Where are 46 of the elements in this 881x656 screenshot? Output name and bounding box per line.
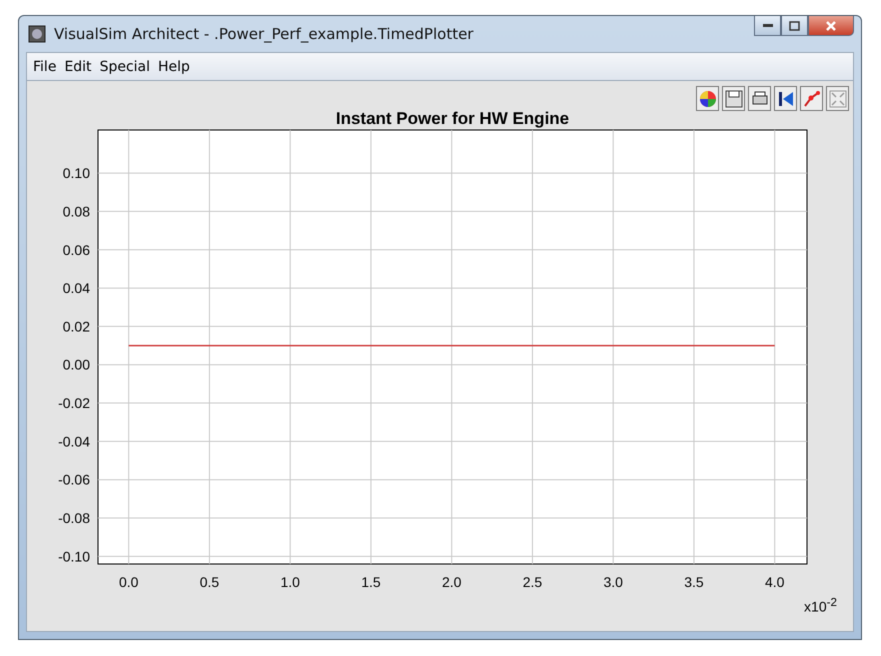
- window-title: VisualSim Architect - .Power_Perf_example.TimedPlotter: [54, 25, 474, 44]
- y-tick-label: 0.00: [62, 356, 90, 373]
- maximize-button[interactable]: [781, 16, 808, 36]
- y-tick-label: -0.10: [58, 548, 90, 564]
- fill-button[interactable]: [826, 86, 849, 111]
- minimize-icon: [762, 24, 772, 28]
- y-tick-label: -0.04: [58, 433, 90, 450]
- x-tick-label: 1.5: [361, 574, 381, 590]
- x-tick-label: 0.5: [200, 574, 220, 590]
- print-icon: [750, 90, 768, 108]
- menu-item[interactable]: File: [33, 58, 56, 75]
- x-tick-label: 0.0: [118, 574, 138, 590]
- y-tick-label: -0.08: [58, 510, 90, 526]
- x-tick-label: 3.0: [603, 574, 623, 590]
- y-tick-label: -0.02: [58, 395, 90, 412]
- x-tick-label: 4.0: [764, 574, 784, 590]
- skip-back-icon: [776, 90, 794, 108]
- print-button[interactable]: [748, 86, 771, 111]
- y-tick-label: 0.10: [62, 165, 90, 182]
- y-tick-label: 0.04: [62, 280, 90, 296]
- minimize-button[interactable]: [754, 16, 781, 36]
- y-tick-label: -0.06: [58, 472, 90, 488]
- maximize-icon: [789, 20, 800, 30]
- app-icon: [28, 25, 46, 44]
- x-tick-label: 2.5: [522, 574, 542, 590]
- menu-item[interactable]: Help: [158, 58, 190, 75]
- expand-icon: [828, 90, 846, 108]
- x-tick-label: 1.0: [280, 574, 300, 590]
- menu-item[interactable]: Edit: [64, 58, 92, 75]
- axis-multiplier: x10$^{-2}$: [804, 596, 837, 615]
- y-tick-label: 0.06: [62, 242, 90, 258]
- close-icon: [825, 20, 837, 32]
- menu-item[interactable]: Special: [100, 58, 150, 75]
- color-wheel-button[interactable]: [696, 86, 719, 111]
- save-icon: [724, 90, 742, 108]
- points-button[interactable]: [800, 86, 823, 111]
- color-wheel-icon: [698, 90, 716, 108]
- save-button[interactable]: [722, 86, 745, 111]
- reset-button[interactable]: [774, 86, 797, 111]
- y-tick-label: 0.08: [62, 203, 90, 220]
- x-tick-label: 3.5: [684, 574, 704, 590]
- chart-title: Instant Power for HW Engine: [336, 109, 570, 128]
- y-tick-label: 0.02: [62, 318, 90, 334]
- line-points-icon: [802, 90, 820, 108]
- close-button[interactable]: [808, 16, 854, 36]
- x-tick-label: 2.0: [442, 574, 462, 590]
